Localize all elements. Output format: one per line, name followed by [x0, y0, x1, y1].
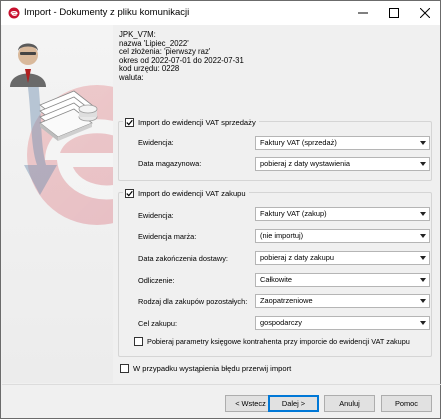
- abort-on-error-option[interactable]: W przypadku wystąpienia błędu przerwij i…: [120, 364, 291, 373]
- maximize-icon: [389, 8, 399, 18]
- chevron-down-icon: [420, 234, 426, 238]
- import-illustration: [10, 43, 113, 225]
- title-bar: Import - Dokumenty z pliku komunikacji: [1, 1, 440, 25]
- sales-ewidencja-value: Faktury VAT (sprzedaż): [260, 138, 337, 147]
- user-icon: [10, 43, 46, 87]
- chevron-down-icon: [420, 278, 426, 282]
- sales-data-magazynowa-label: Data magazynowa:: [138, 159, 202, 168]
- chevron-down-icon: [420, 212, 426, 216]
- help-button[interactable]: Pomoc: [381, 395, 432, 412]
- minimize-button[interactable]: [348, 1, 378, 25]
- purchase-ewidencja-marza-select[interactable]: (nie importuj): [255, 229, 430, 243]
- jpk-info: JPK_V7M: nazwa 'Lipiec_2022' cel złożeni…: [119, 30, 244, 83]
- kontrahent-params-label: Pobieraj parametry księgowe kontrahenta …: [147, 337, 410, 346]
- kontrahent-params-checkbox[interactable]: [134, 337, 143, 346]
- sales-vat-group: Import do ewidencji VAT sprzedaży Ewiden…: [118, 116, 432, 181]
- purchase-odliczenie-select[interactable]: Całkowite: [255, 273, 430, 287]
- purchase-vat-legend[interactable]: Import do ewidencji VAT zakupu: [123, 187, 249, 199]
- cancel-button[interactable]: Anuluj: [324, 395, 375, 412]
- purchase-cel-label: Cel zakupu:: [138, 319, 178, 328]
- wizard-side-graphic: [2, 25, 113, 383]
- purchase-data-dostawy-value: pobieraj z daty zakupu: [260, 253, 334, 262]
- chevron-down-icon: [420, 256, 426, 260]
- info-line: waluta:: [119, 72, 144, 82]
- sales-vat-legend[interactable]: Import do ewidencji VAT sprzedaży: [123, 116, 259, 128]
- purchase-ewidencja-label: Ewidencja:: [138, 211, 174, 220]
- purchase-ewidencja-marza-value: (nie importuj): [260, 231, 304, 240]
- window-title: Import - Dokumenty z pliku komunikacji: [24, 7, 190, 18]
- next-button[interactable]: Dalej >: [268, 395, 319, 412]
- purchase-odliczenie-value: Całkowite: [260, 275, 293, 284]
- maximize-button[interactable]: [379, 1, 409, 25]
- sales-data-magazynowa-value: pobieraj z daty wystawienia: [260, 159, 350, 168]
- purchase-rodzaj-label: Rodzaj dla zakupów pozostałych:: [138, 297, 248, 306]
- purchase-cel-select[interactable]: gospodarczy: [255, 316, 430, 330]
- purchase-cel-value: gospodarczy: [260, 318, 302, 327]
- minimize-icon: [358, 12, 368, 14]
- purchase-ewidencja-value: Faktury VAT (zakup): [260, 209, 327, 218]
- purchase-data-dostawy-label: Data zakończenia dostawy:: [138, 254, 228, 263]
- close-icon: [420, 8, 430, 18]
- purchase-data-dostawy-select[interactable]: pobieraj z daty zakupu: [255, 251, 430, 265]
- checkmark-icon: [126, 119, 133, 125]
- close-button[interactable]: [410, 1, 440, 25]
- abort-on-error-checkbox[interactable]: [120, 364, 129, 373]
- chevron-down-icon: [420, 162, 426, 166]
- sales-ewidencja-select[interactable]: Faktury VAT (sprzedaż): [255, 136, 430, 150]
- purchase-vat-checkbox[interactable]: [125, 188, 134, 198]
- chevron-down-icon: [420, 299, 426, 303]
- checkmark-icon: [126, 190, 133, 196]
- sales-ewidencja-label: Ewidencja:: [138, 138, 174, 147]
- abort-on-error-label: W przypadku wystąpienia błędu przerwij i…: [133, 364, 292, 373]
- purchase-odliczenie-label: Odliczenie:: [138, 276, 175, 285]
- kontrahent-params-option[interactable]: Pobieraj parametry księgowe kontrahenta …: [134, 337, 410, 346]
- purchase-ewidencja-select[interactable]: Faktury VAT (zakup): [255, 207, 430, 221]
- purchase-vat-checkbox-label: Import do ewidencji VAT zakupu: [138, 188, 246, 198]
- sales-data-magazynowa-select[interactable]: pobieraj z daty wystawienia: [255, 157, 430, 171]
- sales-vat-checkbox[interactable]: [125, 117, 134, 127]
- import-dialog: Import - Dokumenty z pliku komunikacji J…: [0, 0, 441, 419]
- app-logo-icon: [8, 7, 20, 19]
- purchase-rodzaj-select[interactable]: Zaopatrzeniowe: [255, 294, 430, 308]
- sales-vat-checkbox-label: Import do ewidencji VAT sprzedaży: [138, 117, 256, 127]
- chevron-down-icon: [420, 141, 426, 145]
- purchase-ewidencja-marza-label: Ewidencja marża:: [138, 232, 197, 241]
- chevron-down-icon: [420, 321, 426, 325]
- footer-divider: [2, 384, 441, 385]
- purchase-vat-group: Import do ewidencji VAT zakupu Ewidencja…: [118, 187, 432, 357]
- purchase-rodzaj-value: Zaopatrzeniowe: [260, 296, 313, 305]
